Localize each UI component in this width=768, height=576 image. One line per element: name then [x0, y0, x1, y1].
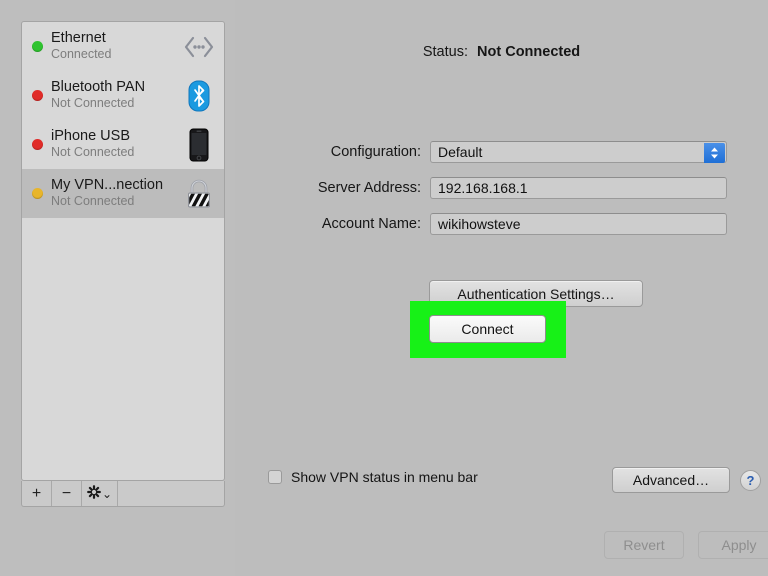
- account-name-label: Account Name:: [321, 216, 421, 232]
- service-row-my-vpn-connection[interactable]: My VPN...nection Not Connected: [22, 169, 224, 218]
- add-service-button[interactable]: +: [22, 481, 52, 506]
- service-name: Ethernet: [51, 31, 106, 47]
- apply-button[interactable]: Apply: [698, 531, 768, 559]
- service-state: Not Connected: [51, 194, 135, 209]
- configuration-select[interactable]: Default: [430, 141, 727, 163]
- server-address-label: Server Address:: [317, 180, 421, 196]
- advanced-button[interactable]: Advanced…: [612, 467, 730, 493]
- service-row-ethernet[interactable]: Ethernet Connected: [22, 22, 224, 71]
- service-text: Ethernet Connected: [51, 31, 178, 62]
- toolbar-filler: [118, 481, 224, 506]
- server-address-input[interactable]: 192.168.168.1: [430, 177, 727, 199]
- show-vpn-status-row[interactable]: Show VPN status in menu bar: [268, 469, 478, 485]
- status-dot: [32, 188, 43, 199]
- status-dot: [32, 41, 43, 52]
- service-name: My VPN...nection: [51, 178, 164, 194]
- service-list-toolbar: + − ⌄: [21, 481, 225, 507]
- configuration-label: Configuration:: [330, 144, 421, 160]
- service-state: Connected: [51, 47, 112, 62]
- gear-icon: [87, 485, 101, 502]
- service-text: iPhone USB Not Connected: [51, 129, 178, 160]
- status-label: Status:: [422, 44, 468, 60]
- help-button[interactable]: ?: [740, 470, 761, 491]
- account-name-row: Account Name: wikihowsteve: [245, 213, 727, 235]
- network-preferences-window: Ethernet Connected Bluetooth PAN Not Con…: [0, 0, 768, 576]
- configuration-row: Configuration: Default: [245, 141, 727, 163]
- action-gear-button[interactable]: ⌄: [82, 481, 118, 506]
- service-text: My VPN...nection Not Connected: [51, 178, 178, 209]
- status-dot: [32, 90, 43, 101]
- server-address-row: Server Address: 192.168.168.1: [245, 177, 727, 199]
- show-vpn-status-label: Show VPN status in menu bar: [291, 469, 478, 485]
- chevron-up-down-icon: [704, 143, 725, 163]
- show-vpn-status-checkbox[interactable]: [268, 470, 282, 484]
- revert-button[interactable]: Revert: [604, 531, 684, 559]
- connect-button[interactable]: Connect: [429, 315, 546, 343]
- service-row-iphone-usb[interactable]: iPhone USB Not Connected: [22, 120, 224, 169]
- iphone-icon: [182, 126, 216, 164]
- service-list[interactable]: Ethernet Connected Bluetooth PAN Not Con…: [21, 21, 225, 481]
- service-state: Not Connected: [51, 96, 135, 111]
- vpn-lock-icon: [182, 175, 216, 213]
- service-name: Bluetooth PAN: [51, 80, 146, 96]
- bluetooth-icon: [182, 77, 216, 115]
- ethernet-icon: [182, 28, 216, 66]
- configuration-value: Default: [438, 144, 483, 160]
- remove-service-button[interactable]: −: [52, 481, 82, 506]
- chevron-down-icon: ⌄: [101, 486, 113, 501]
- account-name-input[interactable]: wikihowsteve: [430, 213, 727, 235]
- service-name: iPhone USB: [51, 129, 130, 145]
- status-row: Status: Not Connected: [235, 44, 768, 60]
- status-value: Not Connected: [477, 44, 581, 60]
- service-row-bluetooth-pan[interactable]: Bluetooth PAN Not Connected: [22, 71, 224, 120]
- service-text: Bluetooth PAN Not Connected: [51, 80, 178, 111]
- service-state: Not Connected: [51, 145, 135, 160]
- status-dot: [32, 139, 43, 150]
